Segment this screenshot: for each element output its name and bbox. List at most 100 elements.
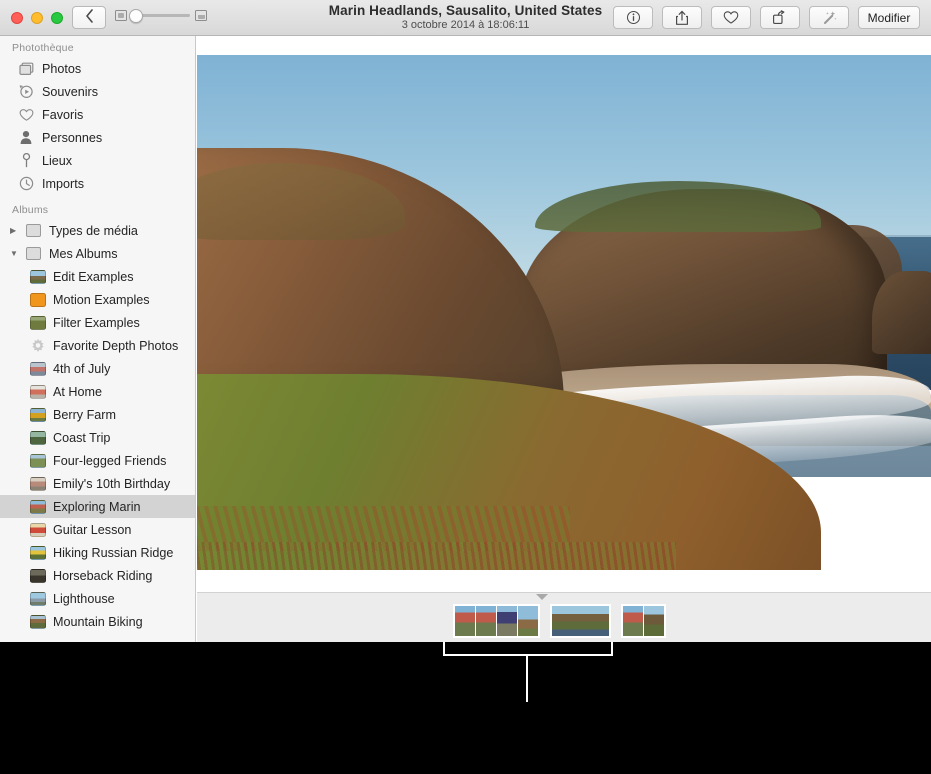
sidebar-album-label: At Home	[53, 384, 102, 399]
filmstrip-thumb[interactable]	[644, 606, 664, 636]
folder-icon	[26, 224, 41, 237]
sidebar-album-exploring-marin[interactable]: Exploring Marin	[0, 495, 195, 518]
sidebar-album-label: 4th of July	[53, 361, 111, 376]
chevron-down-icon[interactable]: ▼	[10, 249, 19, 258]
slider-track[interactable]	[129, 8, 190, 23]
filmstrip-thumb[interactable]	[623, 606, 643, 636]
sidebar-album-guitar-lesson[interactable]: Guitar Lesson	[0, 518, 195, 541]
thumb-group-2[interactable]	[550, 604, 611, 638]
sidebar-album-horseback-riding[interactable]: Horseback Riding	[0, 564, 195, 587]
sidebar-album-label: Horseback Riding	[53, 568, 153, 583]
sidebar-album-mountain-biking[interactable]: Mountain Biking	[0, 610, 195, 633]
filmstrip-thumb[interactable]	[476, 606, 496, 636]
photos-window: Marin Headlands, Sausalito, United State…	[0, 0, 931, 642]
sidebar-album-hiking-russian-ridge[interactable]: Hiking Russian Ridge	[0, 541, 195, 564]
sidebar-album-emilys-10th-birthday[interactable]: Emily's 10th Birthday	[0, 472, 195, 495]
sidebar-item-label: Lieux	[42, 153, 73, 168]
chevron-right-icon[interactable]: ▶	[10, 226, 19, 235]
filmstrip-thumb[interactable]	[455, 606, 475, 636]
sidebar-album-label: Exploring Marin	[53, 499, 141, 514]
callout-stem	[526, 656, 528, 702]
sidebar-item-favoris[interactable]: Favoris	[0, 103, 195, 126]
screenshot-root: Marin Headlands, Sausalito, United State…	[0, 0, 931, 774]
filmstrip-thumb[interactable]	[497, 606, 517, 636]
sidebar-album-label: Emily's 10th Birthday	[53, 476, 171, 491]
sidebar-item-lieux[interactable]: Lieux	[0, 149, 195, 172]
sidebar-album-filter-examples[interactable]: Filter Examples	[0, 311, 195, 334]
sidebar-group-mes-albums[interactable]: ▼ Mes Albums	[0, 242, 195, 265]
album-thumbnail-icon	[30, 522, 46, 537]
album-thumbnail-icon	[30, 568, 46, 583]
photos-icon	[18, 61, 34, 77]
sidebar-album-label: Edit Examples	[53, 269, 134, 284]
current-photo-marker-icon	[536, 594, 548, 600]
filmstrip-thumbnails[interactable]	[453, 604, 666, 638]
family-subjects	[384, 143, 604, 534]
main-photo[interactable]	[197, 55, 931, 570]
back-button[interactable]	[72, 6, 106, 29]
heart-icon	[18, 107, 34, 123]
sidebar-album-label: Four-legged Friends	[53, 453, 167, 468]
sidebar-album-lighthouse[interactable]: Lighthouse	[0, 587, 195, 610]
album-thumbnail-icon	[30, 545, 46, 560]
album-thumbnail-icon	[30, 453, 46, 468]
thumb-group-3[interactable]	[621, 604, 666, 638]
filmstrip-thumb[interactable]	[518, 606, 538, 636]
sidebar-item-label: Photos	[42, 61, 82, 76]
callout-bracket	[443, 642, 613, 656]
filmstrip[interactable]	[197, 592, 931, 642]
window-titlebar: Marin Headlands, Sausalito, United State…	[0, 0, 931, 36]
filmstrip-thumb-selected[interactable]	[552, 606, 609, 636]
sidebar-section-header-albums: Albums	[12, 204, 49, 216]
album-thumbnail-icon	[30, 292, 46, 307]
thumbnail-size-slider[interactable]	[115, 8, 207, 23]
sidebar-section-header-library: Photothèque	[12, 42, 74, 54]
sidebar-album-label: Hiking Russian Ridge	[53, 545, 174, 560]
sidebar-album-label: Lighthouse	[53, 591, 115, 606]
album-thumbnail-icon	[30, 407, 46, 422]
sidebar-item-personnes[interactable]: Personnes	[0, 126, 195, 149]
sidebar-album-four-legged-friends[interactable]: Four-legged Friends	[0, 449, 195, 472]
sidebar-album-label: Coast Trip	[53, 430, 111, 445]
favorite-button[interactable]	[711, 6, 751, 29]
sidebar-group-types-de-media[interactable]: ▶ Types de média	[0, 219, 195, 242]
large-photo-icon	[195, 10, 207, 21]
sidebar-album-label: Guitar Lesson	[53, 522, 132, 537]
sidebar-album-at-home[interactable]: At Home	[0, 380, 195, 403]
sidebar-album-4th-of-july[interactable]: 4th of July	[0, 357, 195, 380]
album-thumbnail-icon	[30, 430, 46, 445]
content-area	[197, 36, 931, 642]
sidebar-album-berry-farm[interactable]: Berry Farm	[0, 403, 195, 426]
enhance-button[interactable]	[809, 6, 849, 29]
share-button[interactable]	[662, 6, 702, 29]
sidebar-album-coast-trip[interactable]: Coast Trip	[0, 426, 195, 449]
sidebar-album-label: Favorite Depth Photos	[53, 338, 179, 353]
album-thumbnail-icon	[30, 614, 46, 629]
close-button[interactable]	[11, 12, 23, 24]
minimize-button[interactable]	[31, 12, 43, 24]
sidebar-album-favorite-depth-photos[interactable]: Favorite Depth Photos	[0, 334, 195, 357]
chevron-left-icon	[85, 9, 94, 26]
info-button[interactable]	[613, 6, 653, 29]
sidebar-group-label: Types de média	[49, 223, 138, 238]
edit-button[interactable]: Modifier	[858, 6, 920, 29]
thumb-group-1[interactable]	[453, 604, 540, 638]
callout-annotation	[0, 642, 931, 774]
sidebar[interactable]: Photothèque Photos Souvenirs Favoris Per…	[0, 36, 196, 642]
rotate-button[interactable]	[760, 6, 800, 29]
album-thumbnail-icon	[30, 384, 46, 399]
sidebar-album-motion-examples[interactable]: Motion Examples	[0, 288, 195, 311]
sidebar-item-label: Souvenirs	[42, 84, 99, 99]
album-thumbnail-icon	[30, 476, 46, 491]
sidebar-item-souvenirs[interactable]: Souvenirs	[0, 80, 195, 103]
slider-knob[interactable]	[129, 8, 143, 23]
sidebar-item-imports[interactable]: Imports	[0, 172, 195, 195]
sidebar-album-label: Filter Examples	[53, 315, 140, 330]
photo-viewer[interactable]	[197, 55, 931, 570]
toolbar-right: Modifier	[613, 6, 920, 29]
gear-icon	[30, 338, 46, 354]
sidebar-album-edit-examples[interactable]: Edit Examples	[0, 265, 195, 288]
small-photo-icon	[115, 10, 127, 21]
zoom-button[interactable]	[51, 12, 63, 24]
sidebar-item-photos[interactable]: Photos	[0, 57, 195, 80]
